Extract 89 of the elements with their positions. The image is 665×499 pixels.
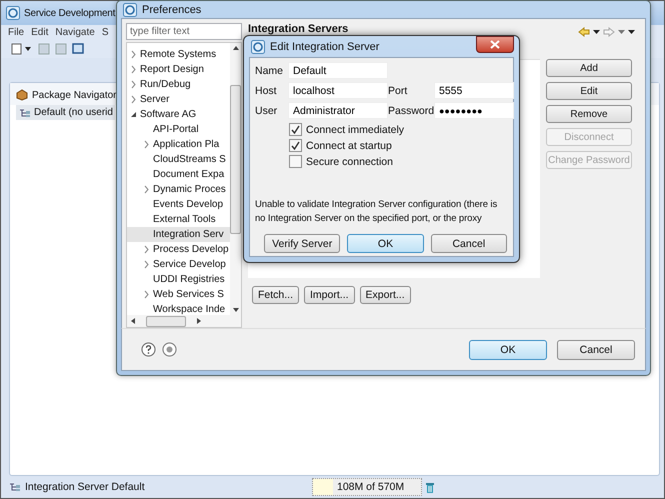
text-field[interactable]: 5555	[434, 82, 514, 99]
tree-item[interactable]: Remote Systems	[127, 47, 230, 62]
dialog-button[interactable]: Cancel	[430, 234, 507, 253]
package-icon	[16, 89, 28, 101]
tree-item[interactable]: Events Develop	[127, 197, 230, 212]
tree-item[interactable]: Run/Debug	[127, 77, 230, 92]
forward-arrow-icon	[603, 27, 615, 38]
vertical-scrollbar[interactable]	[230, 43, 241, 316]
tree-item[interactable]: Server	[127, 92, 230, 108]
monitor-icon	[72, 43, 84, 55]
tree-item[interactable]: Dynamic Proces	[127, 182, 230, 198]
field-label: Password	[388, 104, 434, 116]
back-arrow-icon	[578, 27, 590, 38]
checkbox[interactable]	[289, 155, 302, 168]
tree-item[interactable]: Report Design	[127, 62, 230, 78]
app-icon	[6, 6, 20, 20]
menu-item[interactable]: File	[8, 27, 24, 38]
record-icon	[162, 342, 177, 358]
checkbox-label[interactable]: Connect at startup	[306, 140, 392, 152]
help-icon	[141, 342, 156, 358]
password-field[interactable]: ●●●●●●●●	[434, 102, 514, 119]
checkbox-label[interactable]: Secure connection	[306, 156, 393, 168]
tree-item[interactable]: Web Services S	[127, 287, 230, 302]
tree-item[interactable]: Document Expa	[127, 167, 230, 182]
text-field[interactable]: Administrator	[288, 102, 388, 119]
side-button[interactable]: Remove	[546, 105, 632, 124]
tree-item[interactable]: Process Develop	[127, 242, 230, 258]
server-tree-icon	[9, 482, 21, 492]
close-button[interactable]	[476, 36, 514, 52]
heap-gauge	[313, 479, 333, 495]
expanded-arrow-icon	[130, 110, 138, 120]
text-field[interactable]: localhost	[288, 82, 388, 99]
window-title: Service Development	[24, 8, 116, 18]
horizontal-scrollbar[interactable]	[127, 315, 241, 328]
menu-item[interactable]: Navigate	[55, 27, 95, 38]
field-label: Port	[388, 84, 408, 96]
dialog-button[interactable]: OK	[469, 340, 547, 360]
page-button[interactable]: Export...	[360, 286, 411, 304]
tree-item[interactable]: Application Pla	[127, 137, 230, 152]
side-button[interactable]: Add	[546, 59, 632, 78]
menu-item[interactable]: Edit	[31, 27, 48, 38]
field-label: Name	[255, 64, 284, 76]
filter-field[interactable]: type filter text	[126, 23, 242, 40]
tree-item[interactable]: Integration Serv	[127, 227, 230, 242]
navigator-item[interactable]: Default (no userid	[16, 105, 115, 120]
tree-item[interactable]: UDDI Registries	[127, 272, 230, 288]
side-button[interactable]: Edit	[546, 82, 632, 100]
tree-item[interactable]: External Tools	[127, 212, 230, 228]
new-file-icon	[11, 43, 33, 55]
heap-status: 108M of 570M	[336, 481, 406, 493]
server-tree-icon	[19, 108, 31, 118]
tree-item[interactable]: API-Portal	[127, 122, 230, 138]
dialog-title: Edit Integration Server	[270, 40, 380, 52]
checkbox[interactable]	[289, 139, 302, 152]
window-title: Preferences	[142, 4, 202, 16]
scroll-thumb[interactable]	[146, 316, 186, 327]
app-icon	[251, 40, 265, 54]
view-menu-icon	[628, 30, 635, 35]
dropdown-icon	[593, 30, 600, 35]
app-icon	[123, 2, 137, 17]
page-button[interactable]: Import...	[304, 286, 355, 304]
menu-item[interactable]: S	[102, 27, 108, 38]
chevron-icon	[143, 290, 151, 300]
page-button[interactable]: Fetch...	[252, 286, 300, 304]
view-title[interactable]: Package Navigator	[32, 90, 116, 100]
tree-item[interactable]: Workspace Inde	[127, 302, 230, 316]
chevron-icon	[143, 185, 151, 194]
text-field[interactable]: Default	[288, 62, 388, 79]
chevron-icon	[143, 140, 151, 150]
checkbox-label[interactable]: Connect immediately	[306, 124, 404, 136]
dropdown-icon	[618, 30, 625, 35]
checkbox[interactable]	[289, 123, 302, 136]
close-icon	[490, 40, 500, 48]
scroll-right-icon	[196, 317, 202, 326]
page-title: Integration Servers	[248, 23, 348, 36]
tree-item[interactable]: Software AG	[127, 107, 230, 122]
dialog-button[interactable]: Verify Server	[264, 234, 340, 253]
status-message: Integration Server Default	[25, 481, 145, 493]
trash-icon	[425, 480, 435, 494]
dialog-button[interactable]: Cancel	[557, 340, 635, 360]
scroll-left-icon	[130, 317, 136, 326]
tree-item[interactable]: Service Develop	[127, 257, 230, 272]
field-label: Host	[255, 84, 278, 96]
dialog-button[interactable]: OK	[347, 234, 424, 253]
scroll-thumb[interactable]	[230, 84, 241, 234]
tree-item[interactable]: CloudStreams S	[127, 152, 230, 168]
field-label: User	[255, 104, 278, 116]
scroll-up-icon	[232, 45, 240, 52]
validation-message: Unable to validate Integration Server configuration (there is no Integration Server on the specified port, or the proxy	[255, 198, 498, 226]
